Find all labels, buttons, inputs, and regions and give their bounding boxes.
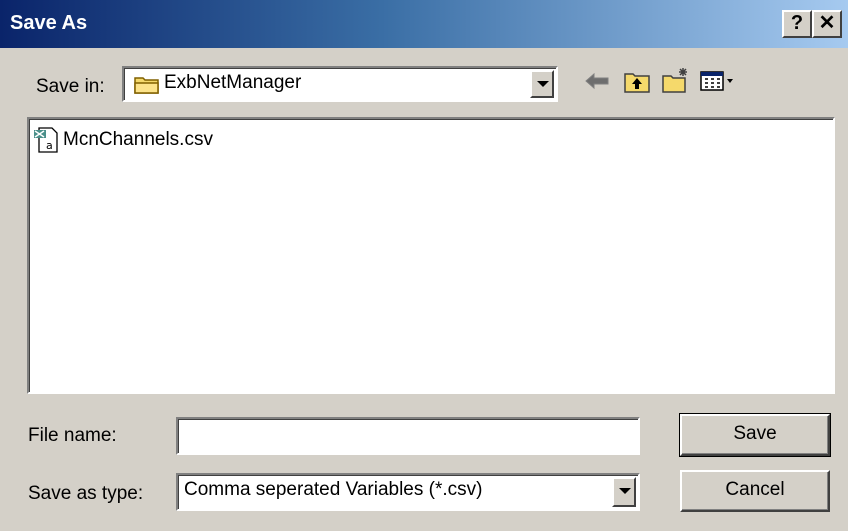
save-in-dropdown[interactable]: ExbNetManager: [122, 66, 558, 102]
view-menu-icon[interactable]: [698, 66, 738, 96]
csv-file-icon: a: [34, 127, 58, 153]
folder-icon: [134, 77, 159, 94]
save-in-label: Save in:: [36, 76, 105, 97]
save-as-type-label: Save as type:: [28, 483, 144, 504]
up-folder-icon[interactable]: [622, 66, 652, 96]
save-as-type-dropdown[interactable]: Comma seperated Variables (*.csv): [176, 473, 640, 511]
save-button-label: Save: [733, 423, 777, 444]
save-as-type-value: Comma seperated Variables (*.csv): [184, 479, 483, 500]
back-arrow-icon[interactable]: [582, 66, 612, 96]
cancel-button-label: Cancel: [725, 479, 785, 500]
file-name-label: File name:: [28, 425, 117, 446]
close-button[interactable]: ✕: [812, 10, 842, 38]
save-as-type-dropdown-button[interactable]: [612, 477, 636, 507]
window-title: Save As: [10, 12, 88, 34]
cancel-button[interactable]: Cancel: [680, 470, 830, 512]
file-name-input[interactable]: [176, 417, 640, 455]
help-button[interactable]: ?: [782, 10, 812, 38]
title-bar[interactable]: Save As ? ✕: [0, 0, 848, 48]
save-button[interactable]: Save: [679, 413, 831, 457]
file-list[interactable]: a McnChannels.csv: [27, 117, 835, 394]
list-item[interactable]: a McnChannels.csv: [33, 125, 213, 155]
save-in-value: ExbNetManager: [164, 72, 302, 93]
svg-text:a: a: [46, 139, 53, 152]
file-name: McnChannels.csv: [63, 129, 213, 150]
new-folder-icon[interactable]: [660, 66, 690, 96]
save-in-dropdown-button[interactable]: [530, 70, 554, 98]
